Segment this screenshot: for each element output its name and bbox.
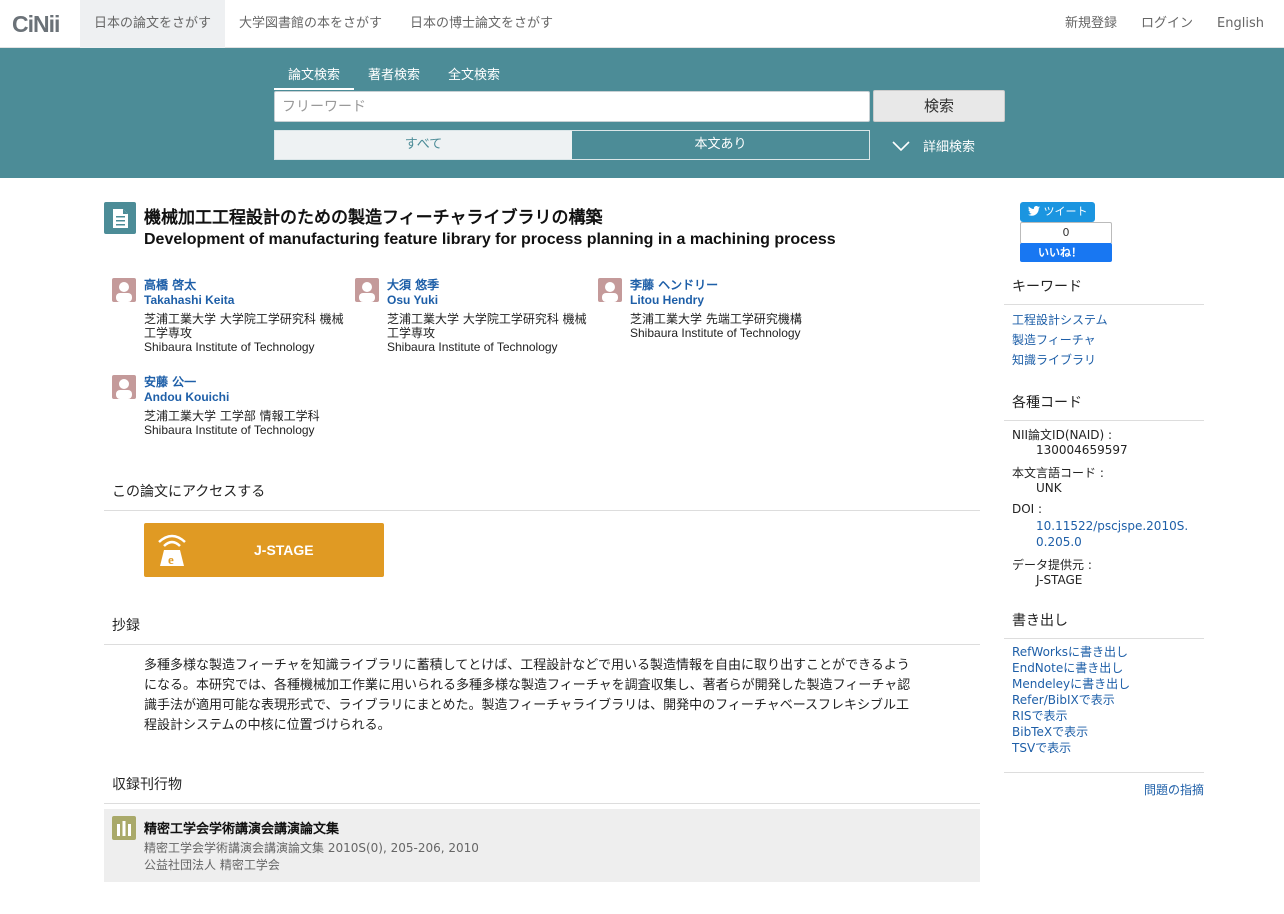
abstract-heading: 抄録 [104,615,980,645]
tab-article-search[interactable]: 論文検索 [274,64,354,90]
cinii-logo[interactable]: CiNii [12,11,60,38]
author-name-ja[interactable]: 安藤 公一 [144,375,196,390]
search-tabs: 論文検索 著者検索 全文検索 [274,64,514,90]
search-band: 論文検索 著者検索 全文検索 検索 すべて 本文あり 詳細検索 [0,48,1284,178]
abstract-text: 多種多様な製造フィーチャを知識ライブラリに蓄積してとけば、工程設計などで用いる製… [144,658,911,733]
doi-value: 10.11522/pscjspe.2010S.0.205.0 [1036,518,1196,550]
advanced-search-label: 詳細検索 [923,140,976,155]
avatar-icon [598,278,622,302]
author-name-ja[interactable]: 大須 悠季 [387,278,439,293]
language-label: 本文言語コード : [1012,466,1104,480]
filter-all[interactable]: すべて [275,131,572,159]
author-name-ja[interactable]: 高橋 啓太 [144,278,196,293]
like-count: 0 [1020,222,1112,244]
journal-volume: 精密工学会学術講演会講演論文集 2010S(0), 205-206, 2010 [144,841,479,855]
article-title-ja: 機械加工工程設計のための製造フィーチャライブラリの構築 [144,208,603,228]
register-link[interactable]: 新規登録 [1053,0,1129,48]
codes-heading: 各種コード [1004,392,1204,421]
avatar-icon [112,375,136,399]
jstage-button[interactable]: e J-STAGE [144,523,384,577]
chevron-down-icon [892,140,910,151]
jstage-label: J-STAGE [254,542,314,558]
account-links: 新規登録 ログイン English [1053,0,1276,48]
language-value: UNK [1036,481,1062,495]
export-ris[interactable]: RISで表示 [1012,708,1130,724]
author-affiliation: 芝浦工業大学 大学院工学研究科 機械工学専攻 Shibaura Institute… [387,312,587,354]
keyword-list: 工程設計システム 製造フィーチャ 知識ライブラリ [1012,310,1108,370]
author-affiliation: 芝浦工業大学 先端工学研究機構 Shibaura Institute of Tec… [630,312,802,340]
sidebar-divider [1004,772,1204,773]
report-problem-link[interactable]: 問題の指摘 [1144,781,1204,798]
top-bar: CiNii 日本の論文をさがす 大学図書館の本をさがす 日本の博士論文をさがす … [0,0,1284,48]
advanced-search-toggle[interactable]: 詳細検索 [892,136,975,155]
english-link[interactable]: English [1205,0,1276,48]
journal-publisher: 公益社団法人 精密工学会 [144,858,280,872]
author-name-en[interactable]: Osu Yuki [387,293,438,308]
keyword-link[interactable]: 知識ライブラリ [1012,350,1108,370]
export-mendeley[interactable]: Mendeleyに書き出し [1012,676,1130,692]
document-icon [104,202,136,234]
filter-fulltext[interactable]: 本文あり [572,131,869,159]
author-name-en[interactable]: Litou Hendry [630,293,704,308]
export-endnote[interactable]: EndNoteに書き出し [1012,660,1130,676]
export-list: RefWorksに書き出し EndNoteに書き出し Mendeleyに書き出し… [1012,644,1130,756]
provider-value: J-STAGE [1036,573,1083,587]
keyword-link[interactable]: 製造フィーチャ [1012,330,1108,350]
login-link[interactable]: ログイン [1129,0,1205,48]
tab-author-search[interactable]: 著者検索 [354,64,434,90]
search-input[interactable] [274,91,870,122]
fulltext-filter: すべて 本文あり [274,130,870,160]
journal-title[interactable]: 精密工学会学術講演会講演論文集 [144,818,339,837]
nav-university-books[interactable]: 大学図書館の本をさがす [225,0,396,48]
author-name-en[interactable]: Andou Kouichi [144,390,229,405]
jstage-icon: e [158,534,186,567]
naid-label: NII論文ID(NAID) : [1012,428,1113,442]
keyword-link[interactable]: 工程設計システム [1012,310,1108,330]
export-refworks[interactable]: RefWorksに書き出し [1012,644,1130,660]
doi-link[interactable]: 10.11522/pscjspe.2010S.0.205.0 [1036,519,1188,549]
export-bibtex[interactable]: BibTeXで表示 [1012,724,1130,740]
search-button[interactable]: 検索 [873,90,1005,122]
author-name-en[interactable]: Takahashi Keita [144,293,234,308]
svg-text:e: e [168,552,174,567]
journal-card: 精密工学会学術講演会講演論文集 精密工学会学術講演会講演論文集 2010S(0)… [104,809,980,882]
export-refer[interactable]: Refer/BibIXで表示 [1012,692,1130,708]
like-label: いいね！ [1038,246,1082,259]
keywords-heading: キーワード [1004,276,1204,305]
article-title-en: Development of manufacturing feature lib… [144,231,836,248]
journal-heading: 収録刊行物 [104,774,980,804]
provider-label: データ提供元 : [1012,558,1092,572]
twitter-icon [1028,206,1040,216]
export-tsv[interactable]: TSVで表示 [1012,740,1130,756]
avatar-icon [112,278,136,302]
doi-label: DOI : [1012,502,1043,516]
author-name-ja[interactable]: 李藤 ヘンドリー [630,278,718,293]
journal-icon [112,816,136,840]
export-heading: 書き出し [1004,610,1204,639]
author-affiliation: 芝浦工業大学 大学院工学研究科 機械工学専攻 Shibaura Institute… [144,312,344,354]
like-button[interactable]: いいね！ [1020,243,1112,262]
nav-dissertations[interactable]: 日本の博士論文をさがす [396,0,567,48]
avatar-icon [355,278,379,302]
tweet-label: ツイート [1043,205,1088,218]
nav-japanese-papers[interactable]: 日本の論文をさがす [80,0,226,48]
access-heading: この論文にアクセスする [104,481,980,511]
top-nav: 日本の論文をさがす 大学図書館の本をさがす 日本の博士論文をさがす [80,0,567,48]
tab-fulltext-search[interactable]: 全文検索 [434,64,514,90]
author-affiliation: 芝浦工業大学 工学部 情報工学科 Shibaura Institute of Te… [144,409,320,437]
naid-value: 130004659597 [1036,443,1128,457]
tweet-button[interactable]: ツイート [1020,202,1095,222]
